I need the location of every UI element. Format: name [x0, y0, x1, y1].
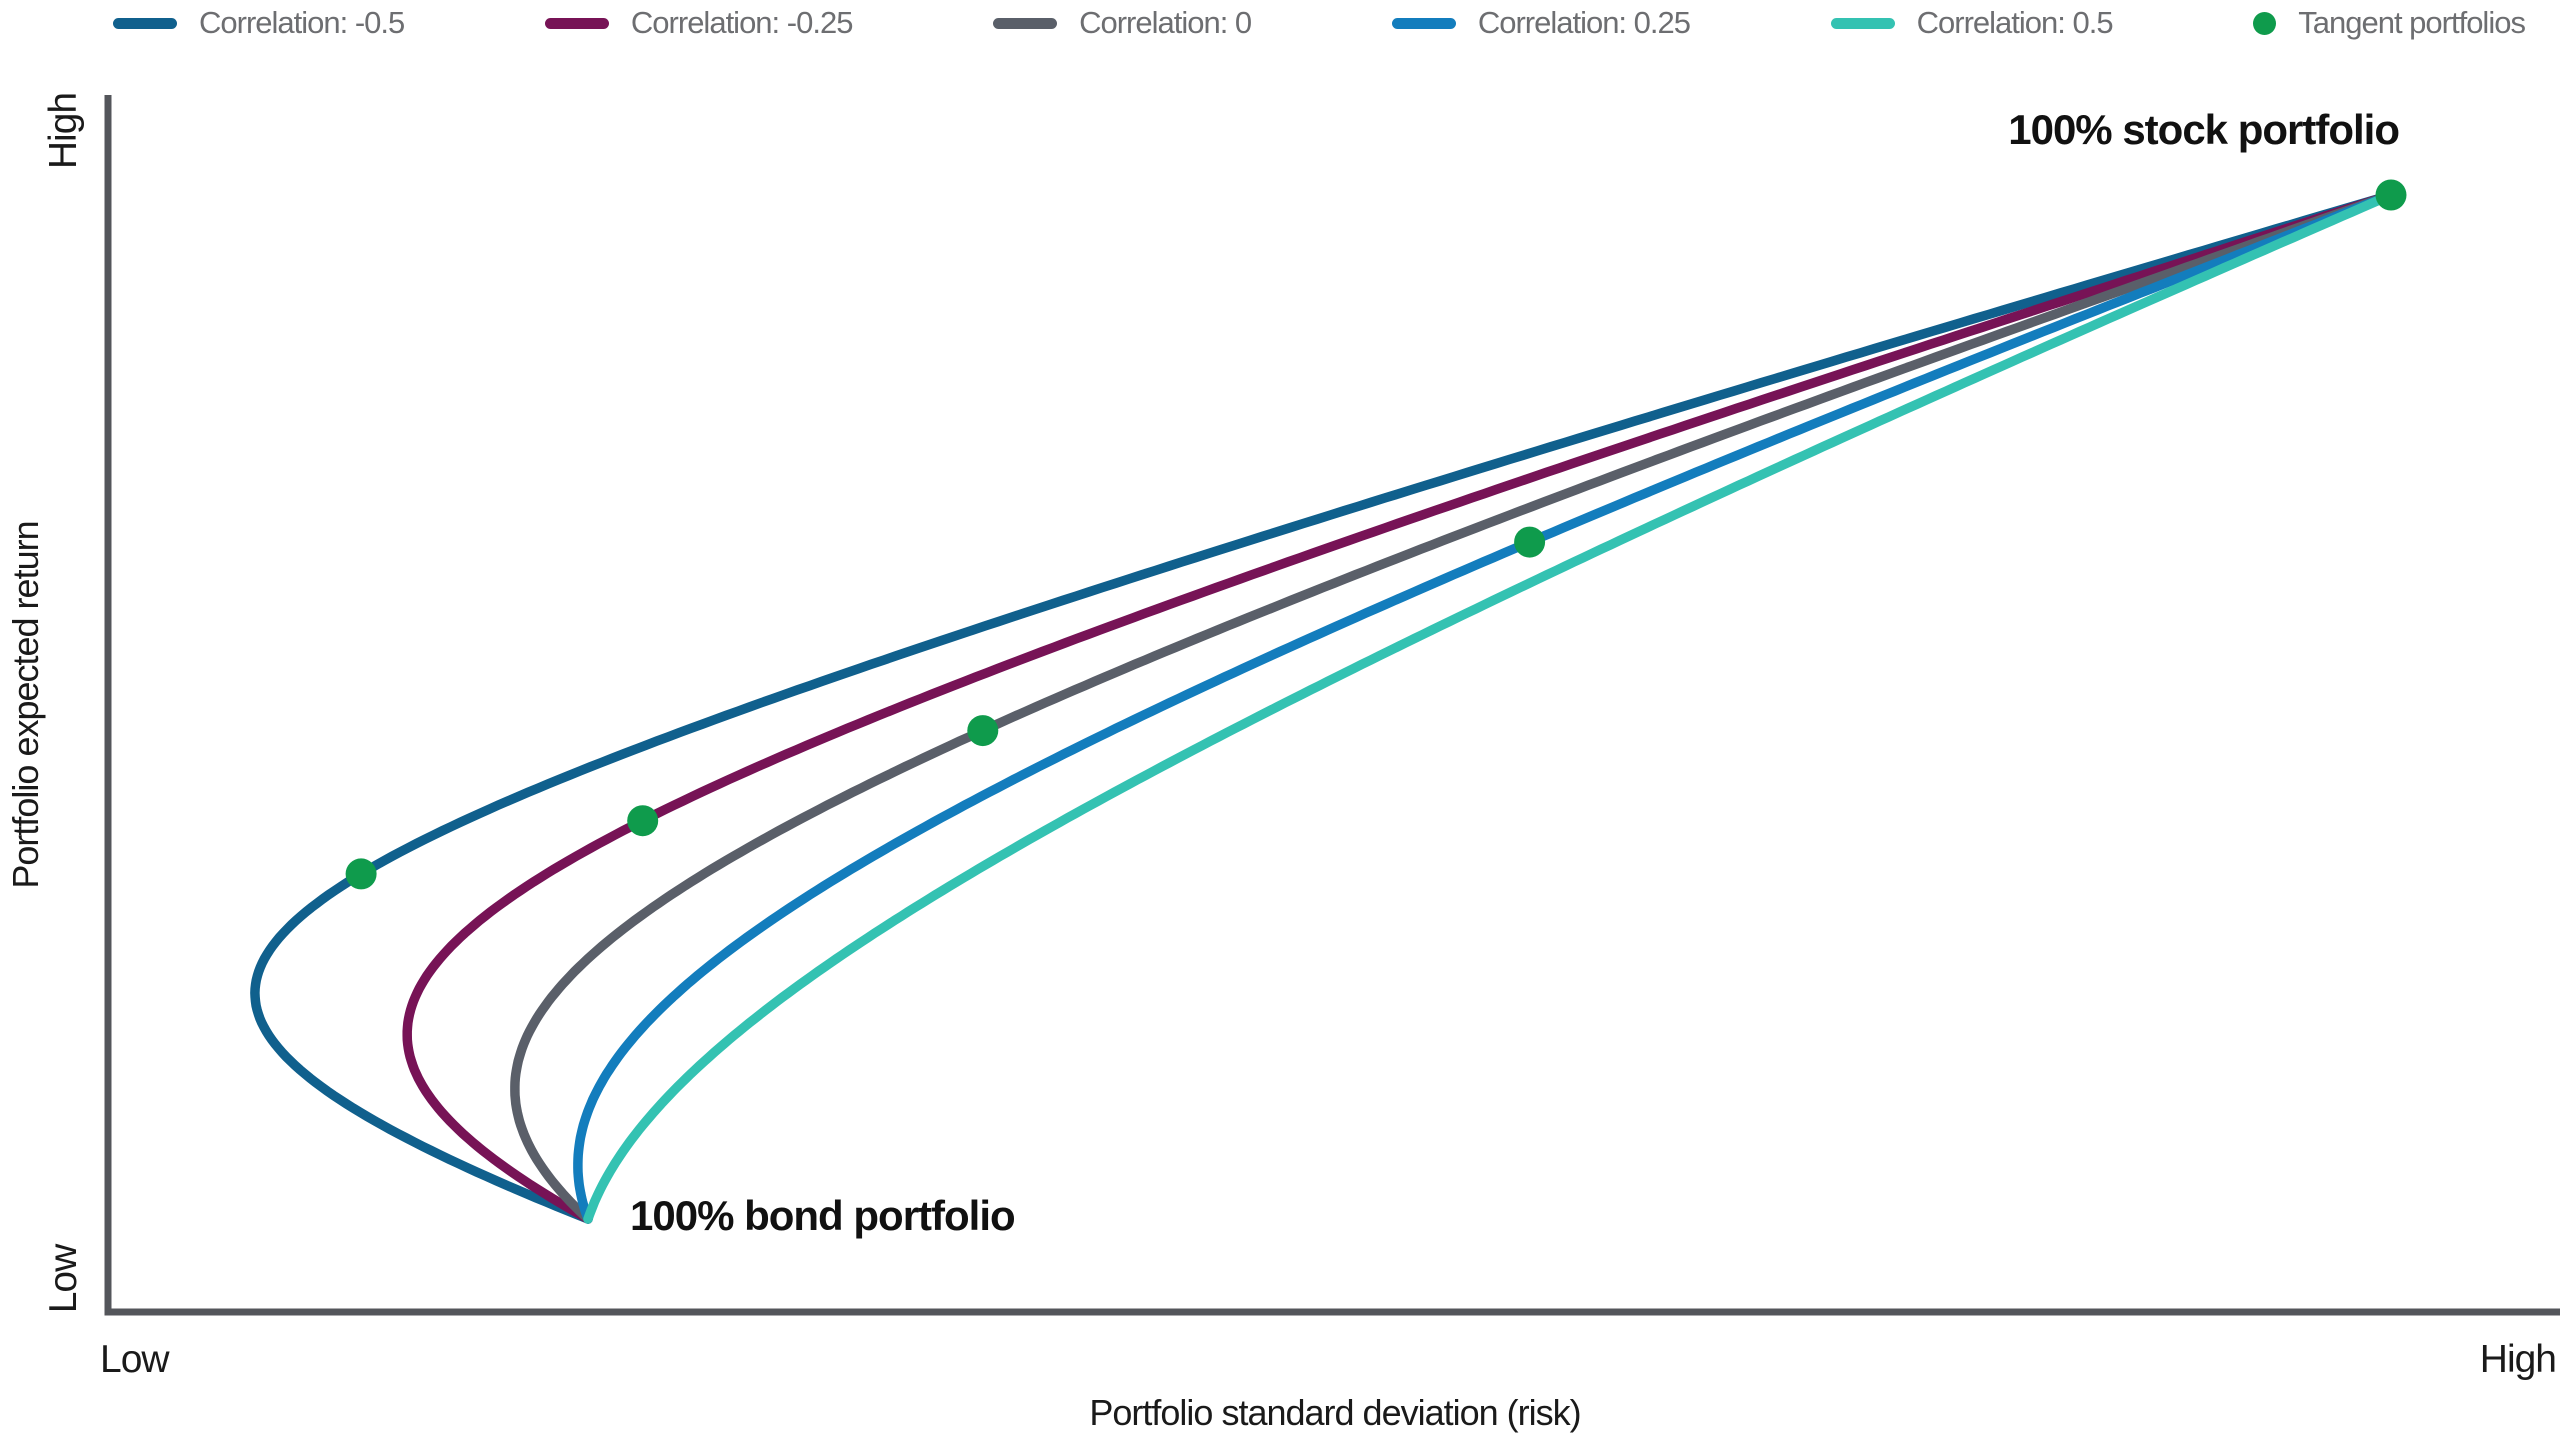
curve-correlation-0 [515, 195, 2391, 1219]
x-tick-low: Low [100, 1338, 169, 1382]
curve-correlation--0.5 [255, 195, 2391, 1219]
curve-correlation-0.5 [588, 195, 2391, 1219]
tangent-portfolio-dot [967, 715, 998, 746]
y-tick-low: Low [42, 1245, 86, 1314]
tangent-portfolio-dot [627, 805, 658, 836]
tangent-portfolio-dot [1514, 527, 1545, 558]
x-tick-high: High [2480, 1338, 2556, 1382]
plot-area [0, 0, 2560, 1440]
x-axis-title: Portfolio standard deviation (risk) [1089, 1392, 1580, 1434]
annotation-stock-portfolio: 100% stock portfolio [2008, 106, 2399, 154]
curve-correlation-0.25 [578, 195, 2391, 1219]
y-axis-title: Portfolio expected return [5, 521, 47, 888]
y-tick-high: High [42, 93, 86, 169]
tangent-portfolio-dot [346, 858, 377, 889]
efficient-frontier-chart: Correlation: -0.5 Correlation: -0.25 Cor… [0, 0, 2560, 1440]
tangent-portfolio-dot [2376, 180, 2407, 211]
annotation-bond-portfolio: 100% bond portfolio [630, 1192, 1015, 1240]
